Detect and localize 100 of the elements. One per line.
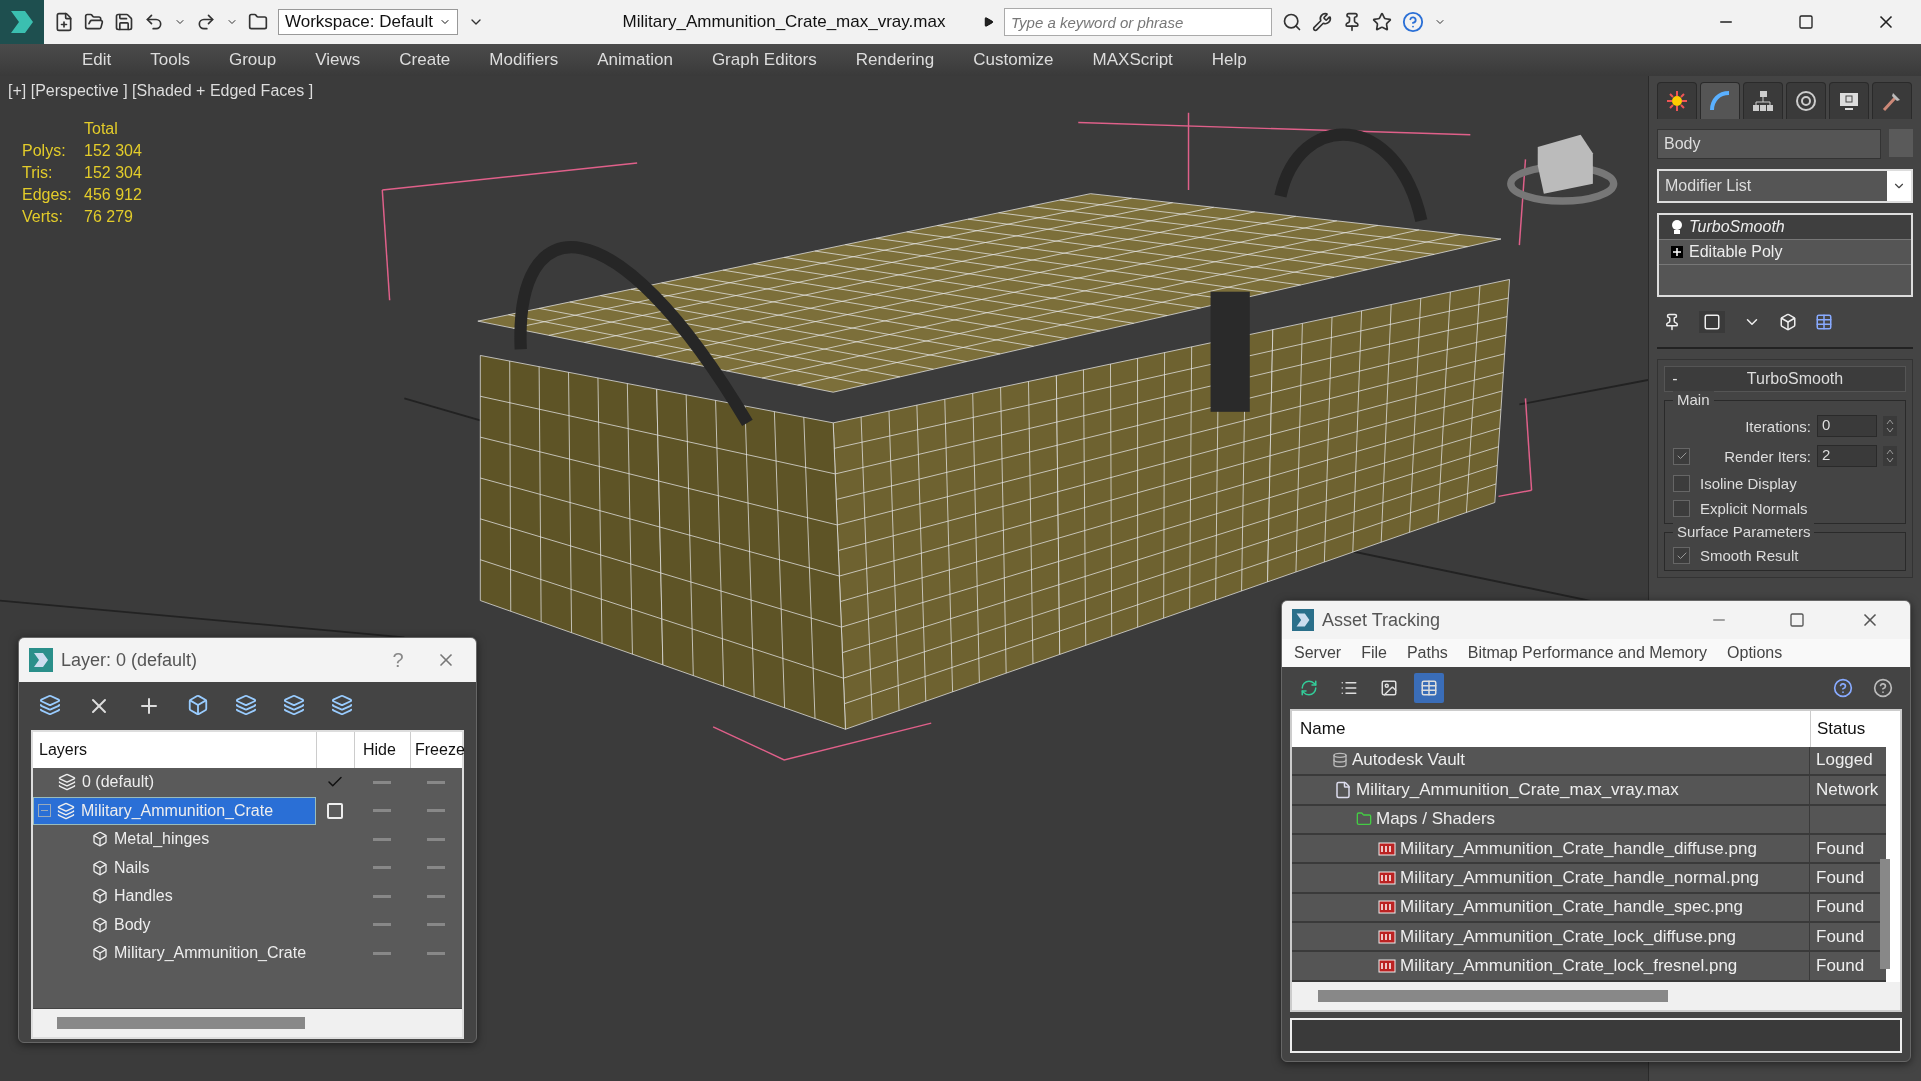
asset-row[interactable]: Military_Ammunition_Crate_handle_diffuse.png xyxy=(1292,834,1810,863)
freeze-toggle[interactable] xyxy=(427,923,445,927)
undo-icon[interactable] xyxy=(144,12,164,32)
cube-icon xyxy=(92,945,108,962)
toolbar-button[interactable] xyxy=(1414,672,1444,703)
configure-icon[interactable] xyxy=(1815,313,1833,331)
new-layer-icon[interactable] xyxy=(39,694,61,716)
layer-row[interactable]: 0 (default) xyxy=(33,768,316,797)
maximize-icon[interactable] xyxy=(1798,14,1814,30)
menu-item[interactable]: Help xyxy=(1211,50,1247,70)
menu-item[interactable]: File xyxy=(1361,643,1387,662)
hide-toggle[interactable] xyxy=(373,894,391,898)
app-logo-icon[interactable] xyxy=(0,0,44,44)
scrollbar-thumb[interactable] xyxy=(1318,989,1668,1002)
panel-tab[interactable] xyxy=(1743,82,1783,119)
panel-tab[interactable] xyxy=(1700,82,1740,119)
menu-item[interactable]: Create xyxy=(399,50,451,70)
pin-icon[interactable] xyxy=(1663,313,1681,331)
object-row[interactable]: Nails xyxy=(33,853,316,882)
freeze-toggle[interactable] xyxy=(427,866,445,870)
search-icon[interactable] xyxy=(1282,12,1302,32)
workspace-dropdown[interactable]: Workspace: Default xyxy=(278,9,458,35)
freeze-toggle[interactable] xyxy=(427,894,445,898)
hide-toggle[interactable] xyxy=(373,809,391,813)
hide-toggle[interactable] xyxy=(373,780,391,784)
menu-item[interactable]: Customize xyxy=(973,50,1054,70)
hide-toggle[interactable] xyxy=(373,951,391,955)
scrollbar-thumb[interactable] xyxy=(57,1016,305,1029)
stack-item[interactable]: TurboSmooth xyxy=(1659,215,1911,240)
asset-row[interactable]: Military_Ammunition_Crate_lock_fresnel.png xyxy=(1292,952,1810,980)
spinner-field[interactable]: 2 xyxy=(1817,445,1877,467)
menu-item[interactable]: Paths xyxy=(1406,643,1448,662)
object-row[interactable]: Body xyxy=(33,910,316,939)
save-icon[interactable] xyxy=(114,12,134,32)
freeze-toggle[interactable] xyxy=(427,837,445,841)
column-header[interactable]: Layers xyxy=(33,732,316,768)
hide-toggle[interactable] xyxy=(373,837,391,841)
spinner-field[interactable]: 0 xyxy=(1817,415,1877,437)
object-name-field[interactable]: Body xyxy=(1657,129,1881,159)
search-field[interactable]: Type a keyword or phrase xyxy=(1004,8,1272,36)
vault-icon xyxy=(1332,752,1348,769)
redo-icon[interactable] xyxy=(196,12,216,32)
panel-tab[interactable] xyxy=(1872,82,1912,119)
spinner-arrows-icon[interactable] xyxy=(1885,448,1895,464)
menu-item[interactable]: Tools xyxy=(150,50,190,70)
asset-row[interactable]: Military_Ammunition_Crate_handle_normal.png xyxy=(1292,864,1810,892)
open-folder-icon[interactable] xyxy=(84,12,104,32)
star-icon[interactable] xyxy=(1372,12,1392,32)
spinner-arrows-icon[interactable] xyxy=(1885,418,1895,434)
layers-icon[interactable] xyxy=(331,694,353,716)
freeze-toggle[interactable] xyxy=(427,951,445,955)
wrench-icon[interactable] xyxy=(1312,12,1332,32)
layers-icon[interactable] xyxy=(283,694,305,716)
menu-item[interactable]: Animation xyxy=(597,50,673,70)
checkbox[interactable] xyxy=(1673,500,1690,517)
help-icon[interactable] xyxy=(1873,677,1893,698)
scrollbar-thumb[interactable] xyxy=(1880,858,1890,969)
viewport-label[interactable]: [+] [Perspective ] [Shaded + Edged Faces ] xyxy=(8,82,314,100)
layer-row[interactable]: Military_Ammunition_Crate xyxy=(33,796,316,825)
freeze-toggle[interactable] xyxy=(427,809,445,813)
asset-row[interactable]: Military_Ammunition_Crate_lock_diffuse.png xyxy=(1292,923,1810,951)
menu-item[interactable]: Views xyxy=(315,50,361,70)
menu-item[interactable]: Rendering xyxy=(855,50,935,70)
panel-tab[interactable] xyxy=(1657,82,1697,119)
cube-icon[interactable] xyxy=(187,694,209,716)
current-layer-box[interactable] xyxy=(327,802,343,819)
new-file-icon[interactable] xyxy=(54,12,74,32)
object-row[interactable]: Handles xyxy=(33,882,316,911)
folder-icon[interactable] xyxy=(248,12,268,32)
pin-icon[interactable] xyxy=(1342,12,1362,32)
column-header[interactable]: Status xyxy=(1810,710,1886,747)
freeze-toggle[interactable] xyxy=(427,780,445,784)
layers-icon[interactable] xyxy=(235,694,257,716)
help-icon[interactable] xyxy=(1402,11,1424,33)
panel-tab[interactable] xyxy=(1786,82,1826,119)
viewcube-icon[interactable] xyxy=(1507,134,1618,205)
menu-item[interactable]: Edit xyxy=(82,50,112,70)
menu-item[interactable]: Modifiers xyxy=(489,50,559,70)
hide-toggle[interactable] xyxy=(373,866,391,870)
asset-row[interactable]: Military_Ammunition_Crate_handle_spec.png xyxy=(1292,893,1810,922)
object-row[interactable]: Military_Ammunition_Crate xyxy=(33,939,316,968)
hide-toggle[interactable] xyxy=(373,923,391,927)
modifier-list-dropdown[interactable]: Modifier List xyxy=(1657,169,1913,203)
menu-item[interactable]: Group xyxy=(229,50,277,70)
asset-row[interactable]: Autodesk Vault xyxy=(1292,746,1810,775)
object-row[interactable]: Metal_hinges xyxy=(33,825,316,854)
target-icon xyxy=(1795,90,1817,112)
rollout-header[interactable]: - TurboSmooth xyxy=(1664,366,1906,392)
panel-tab[interactable] xyxy=(1829,82,1869,119)
help-icon[interactable] xyxy=(1833,677,1853,698)
rollout-title: TurboSmooth xyxy=(1745,370,1845,388)
play-icon[interactable] xyxy=(984,17,994,27)
menu-item[interactable]: Server xyxy=(1294,643,1342,662)
maximize-icon[interactable] xyxy=(1789,612,1805,629)
menu-item[interactable]: MAXScript xyxy=(1092,50,1173,70)
checkbox[interactable] xyxy=(1673,475,1690,492)
plus-icon[interactable] xyxy=(1671,246,1683,258)
menu-item[interactable]: Graph Editors xyxy=(711,50,817,70)
menu-item[interactable]: Options xyxy=(1727,643,1783,662)
asset-row[interactable]: Military_Ammunition_Crate_max_vray.max xyxy=(1292,776,1810,804)
